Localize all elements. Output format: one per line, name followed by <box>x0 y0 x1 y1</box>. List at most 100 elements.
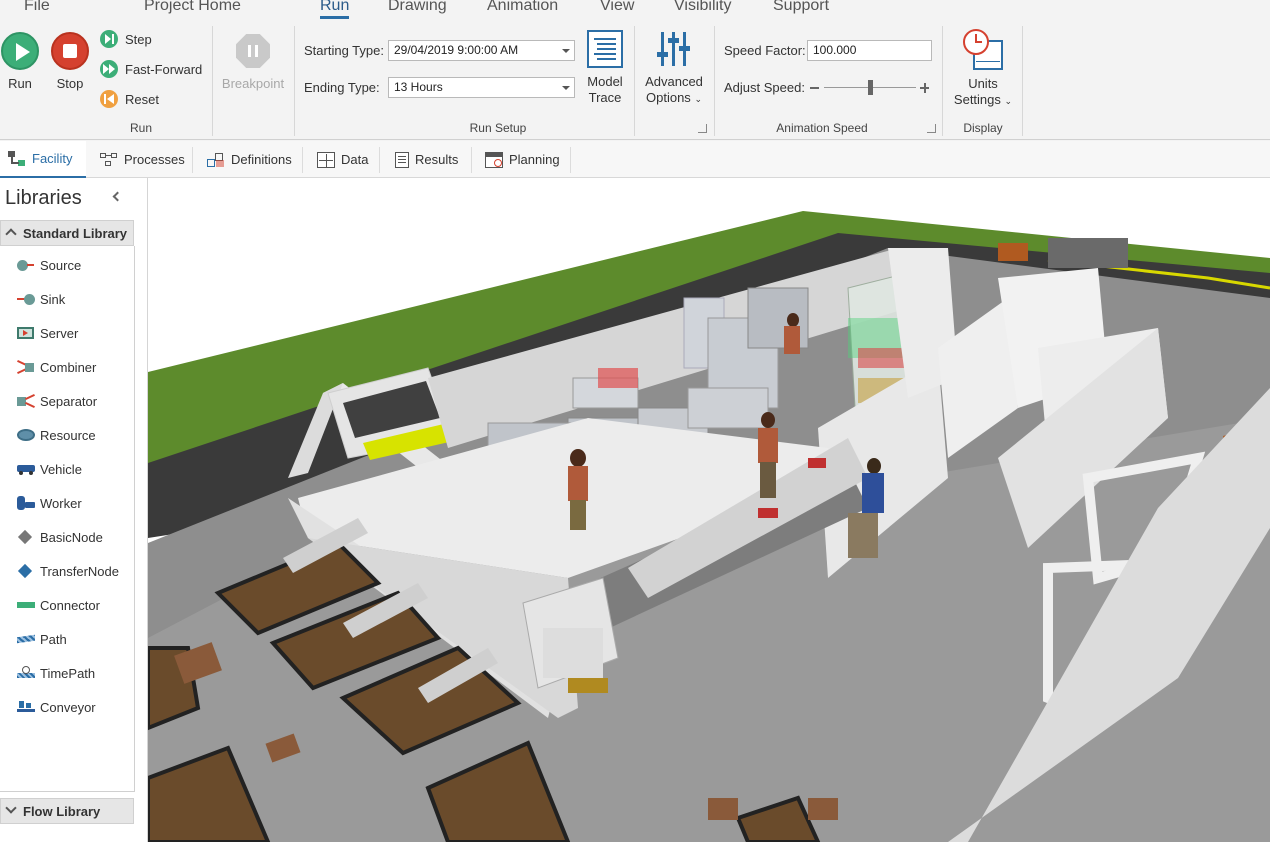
step-button[interactable]: Step <box>100 30 152 48</box>
reset-button-label: Reset <box>125 91 159 107</box>
processes-icon <box>100 152 118 168</box>
tab-results[interactable]: Results <box>387 141 466 178</box>
library-item-label: TimePath <box>40 665 96 681</box>
library-item-resource[interactable]: Resource <box>17 424 96 446</box>
tab-bar: Facility Processes Definitions Data Resu… <box>0 141 1270 178</box>
menu-drawing[interactable]: Drawing <box>388 0 447 15</box>
facility-3d-view[interactable] <box>148 178 1270 842</box>
library-item-label: Path <box>40 631 67 647</box>
tab-data[interactable]: Data <box>309 141 376 178</box>
tab-facility[interactable]: Facility <box>0 141 86 178</box>
clock-ruler-icon <box>962 28 1004 70</box>
library-item-path[interactable]: Path <box>17 628 67 650</box>
library-item-timepath[interactable]: TimePath <box>17 662 95 684</box>
fast-forward-button[interactable]: Fast-Forward <box>100 60 202 78</box>
library-item-label: Combiner <box>40 359 97 375</box>
library-item-basicnode[interactable]: BasicNode <box>17 526 103 548</box>
menu-support[interactable]: Support <box>773 0 829 15</box>
tab-results-label: Results <box>415 152 459 167</box>
reset-button[interactable]: Reset <box>100 90 159 108</box>
menu-file[interactable]: File <box>24 0 50 15</box>
collapse-panel-icon[interactable] <box>110 190 124 204</box>
animation-speed-dialog-launcher[interactable] <box>927 124 936 133</box>
advanced-options-button[interactable]: Advanced Options ⌄ <box>642 30 706 107</box>
results-icon <box>395 151 409 168</box>
library-item-label: Sink <box>40 291 66 307</box>
path-icon <box>17 632 35 646</box>
speed-factor-value: 100.000 <box>813 43 857 57</box>
library-item-label: TransferNode <box>40 563 119 579</box>
units-settings-label-line1: Units <box>968 76 998 91</box>
definitions-icon <box>207 152 225 168</box>
library-item-transfernode[interactable]: TransferNode <box>17 560 119 582</box>
library-item-label: Connector <box>40 597 100 613</box>
tab-processes[interactable]: Processes <box>92 141 193 178</box>
standard-library-label: Standard Library <box>23 225 128 241</box>
play-icon <box>1 32 39 70</box>
advanced-options-line2: Options ⌄ <box>642 90 706 107</box>
menu-run[interactable]: Run <box>320 0 350 19</box>
library-item-label: Vehicle <box>40 461 82 477</box>
sink-icon <box>17 292 35 306</box>
model-trace-label-line1: Model <box>587 74 623 89</box>
stop-icon <box>51 32 89 70</box>
animation-speed-group-label: Animation Speed <box>776 121 868 135</box>
units-settings-line2: Settings ⌄ <box>950 92 1016 109</box>
starting-type-combo[interactable]: 29/04/2019 9:00:00 AM <box>388 40 575 61</box>
starting-type-label: Starting Type: <box>304 43 384 58</box>
chevron-down-icon <box>5 802 17 814</box>
menu-visibility[interactable]: Visibility <box>674 0 732 15</box>
standard-library-header[interactable]: Standard Library <box>0 220 134 246</box>
tab-processes-label: Processes <box>124 152 185 167</box>
tab-definitions[interactable]: Definitions <box>199 141 300 178</box>
library-item-combiner[interactable]: Combiner <box>17 356 96 378</box>
tab-separator <box>302 147 303 173</box>
breakpoint-button[interactable]: Breakpoint <box>218 34 288 91</box>
transfer-node-icon <box>17 563 35 579</box>
run-group-label: Run <box>129 121 152 135</box>
run-button[interactable]: Run <box>0 32 40 91</box>
library-item-separator[interactable]: Separator <box>17 390 97 412</box>
chevron-down-icon <box>562 86 570 90</box>
step-icon <box>100 30 118 48</box>
menu-project-home[interactable]: Project Home <box>144 0 241 15</box>
connector-icon <box>17 598 35 612</box>
tab-definitions-label: Definitions <box>231 152 292 167</box>
reset-icon <box>100 90 118 108</box>
adjust-speed-slider[interactable] <box>810 78 932 98</box>
ribbon-separator <box>1022 26 1023 136</box>
advanced-options-label-line1: Advanced <box>645 74 703 89</box>
library-item-vehicle[interactable]: Vehicle <box>17 458 82 480</box>
library-item-connector[interactable]: Connector <box>17 594 100 616</box>
tab-planning[interactable]: Planning <box>477 141 568 178</box>
flow-library-header[interactable]: Flow Library <box>0 798 134 824</box>
stop-button[interactable]: Stop <box>50 32 90 91</box>
run-setup-dialog-launcher[interactable] <box>698 124 707 133</box>
ending-type-combo[interactable]: 13 Hours <box>388 77 575 98</box>
ending-type-value: 13 Hours <box>394 80 443 94</box>
flow-library-label: Flow Library <box>23 803 101 819</box>
server-icon <box>17 326 35 340</box>
minus-icon[interactable] <box>810 87 819 89</box>
library-item-server[interactable]: Server <box>17 322 78 344</box>
ending-type-label: Ending Type: <box>304 80 380 95</box>
units-settings-button[interactable]: Units Settings ⌄ <box>950 28 1016 109</box>
library-item-label: Source <box>40 257 82 273</box>
library-item-label: Conveyor <box>40 699 96 715</box>
timepath-icon <box>17 666 35 680</box>
tab-separator <box>192 147 193 173</box>
ribbon-separator <box>714 26 715 136</box>
model-trace-button[interactable]: Model Trace <box>584 30 626 106</box>
library-item-sink[interactable]: Sink <box>17 288 65 310</box>
run-setup-group-label: Run Setup <box>469 121 527 135</box>
library-item-conveyor[interactable]: Conveyor <box>17 696 96 718</box>
data-table-icon <box>317 151 335 168</box>
speed-factor-label: Speed Factor: <box>724 43 806 58</box>
menu-view[interactable]: View <box>600 0 634 15</box>
library-item-source[interactable]: Source <box>17 254 81 276</box>
menu-animation[interactable]: Animation <box>487 0 558 15</box>
slider-thumb[interactable] <box>868 80 873 95</box>
starting-type-value: 29/04/2019 9:00:00 AM <box>394 43 519 57</box>
library-item-worker[interactable]: Worker <box>17 492 82 514</box>
speed-factor-input[interactable]: 100.000 <box>807 40 932 61</box>
